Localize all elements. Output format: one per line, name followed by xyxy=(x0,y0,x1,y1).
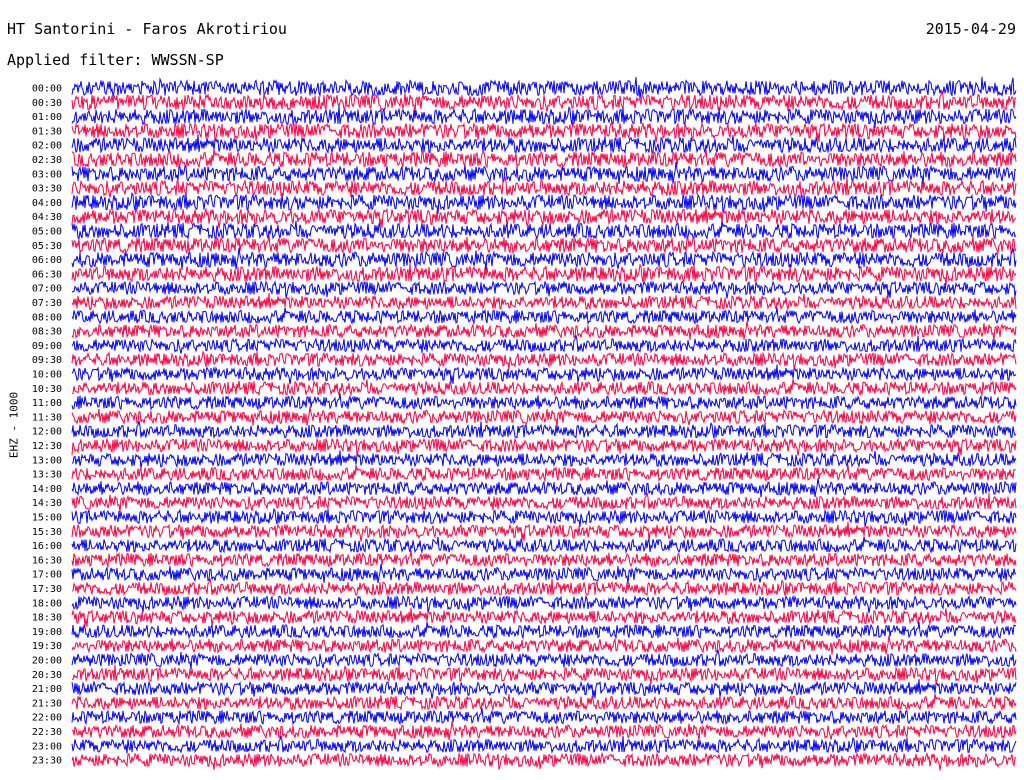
row-time-label: 08:00 xyxy=(32,312,62,323)
row-time-label: 21:00 xyxy=(32,684,62,695)
row-time-label: 22:30 xyxy=(32,727,62,738)
row-time-label: 09:00 xyxy=(32,341,62,352)
row-time-label: 19:00 xyxy=(32,627,62,638)
row-time-label: 01:30 xyxy=(32,126,62,137)
row-time-label: 14:00 xyxy=(32,484,62,495)
row-time-label: 17:30 xyxy=(32,584,62,595)
seismic-trace xyxy=(71,693,1017,712)
seismic-trace xyxy=(71,563,1017,584)
row-time-label: 10:30 xyxy=(32,384,62,395)
row-time-label: 18:00 xyxy=(32,598,62,609)
seismic-trace xyxy=(71,478,1017,498)
row-time-label: 16:30 xyxy=(32,555,62,566)
row-time-label: 13:30 xyxy=(32,470,62,481)
row-time-label: 10:00 xyxy=(32,370,62,381)
row-time-label: 19:30 xyxy=(32,641,62,652)
seismic-trace xyxy=(71,464,1017,483)
seismic-trace xyxy=(71,176,1017,198)
row-time-label: 02:30 xyxy=(32,155,62,166)
row-time-label: 01:00 xyxy=(32,112,62,123)
row-time-label: 21:30 xyxy=(32,698,62,709)
row-time-label: 09:30 xyxy=(32,355,62,366)
seismic-trace xyxy=(71,751,1017,771)
seismic-trace xyxy=(71,148,1017,169)
row-time-label: 16:00 xyxy=(32,541,62,552)
seismic-trace xyxy=(71,205,1017,229)
row-time-label: 00:00 xyxy=(32,84,62,95)
seismic-trace xyxy=(71,679,1017,699)
seismic-trace xyxy=(71,450,1017,469)
seismic-trace xyxy=(71,379,1017,397)
row-time-label: 07:00 xyxy=(32,284,62,295)
seismic-trace xyxy=(71,393,1017,411)
seismic-trace xyxy=(71,406,1017,427)
seismic-trace xyxy=(71,121,1017,143)
seismic-trace xyxy=(71,492,1017,512)
seismic-trace xyxy=(71,279,1017,299)
seismic-trace xyxy=(71,320,1017,341)
row-time-label: 05:30 xyxy=(32,241,62,252)
seismic-trace xyxy=(71,721,1017,741)
seismic-trace xyxy=(71,536,1017,554)
seismic-trace xyxy=(71,664,1017,685)
row-time-label: 03:00 xyxy=(32,169,62,180)
row-time-label: 18:30 xyxy=(32,613,62,624)
row-time-label: 04:00 xyxy=(32,198,62,209)
row-time-label: 20:30 xyxy=(32,670,62,681)
seismic-trace xyxy=(71,262,1017,286)
row-time-label: 20:00 xyxy=(32,656,62,667)
seismic-trace xyxy=(71,578,1017,597)
row-time-label: 13:00 xyxy=(32,455,62,466)
row-time-label: 12:00 xyxy=(32,427,62,438)
seismogram-plot: 00:00 00:30 01:00 01:30 02:00 02:30 03:00 03:30… xyxy=(32,76,1017,771)
seismic-trace xyxy=(71,622,1017,640)
row-time-label: 23:00 xyxy=(32,741,62,752)
seismic-trace xyxy=(71,292,1017,311)
seismic-trace xyxy=(71,364,1017,385)
seismic-trace xyxy=(71,307,1017,326)
seismic-trace xyxy=(71,421,1017,440)
row-time-label: 14:30 xyxy=(32,498,62,509)
row-time-label: 11:30 xyxy=(32,412,62,423)
seismic-trace xyxy=(71,735,1017,754)
row-time-label: 22:00 xyxy=(32,713,62,724)
row-time-label: 15:30 xyxy=(32,527,62,538)
seismic-trace xyxy=(71,707,1017,726)
seismic-trace xyxy=(71,521,1017,542)
row-time-label: 08:30 xyxy=(32,327,62,338)
seismic-trace xyxy=(71,607,1017,628)
row-time-label: 17:00 xyxy=(32,570,62,581)
row-time-label: 00:30 xyxy=(32,98,62,109)
row-time-label: 03:30 xyxy=(32,184,62,195)
seismic-trace xyxy=(71,507,1017,527)
seismic-trace xyxy=(71,335,1017,354)
row-time-label: 07:30 xyxy=(32,298,62,309)
row-time-label: 02:00 xyxy=(32,141,62,152)
row-time-label: 23:30 xyxy=(32,756,62,767)
row-time-label: 06:00 xyxy=(32,255,62,266)
row-time-label: 06:30 xyxy=(32,269,62,280)
row-time-label: 12:30 xyxy=(32,441,62,452)
seismic-trace xyxy=(71,635,1017,655)
seismic-trace xyxy=(71,220,1017,241)
row-time-label: 15:00 xyxy=(32,513,62,524)
seismic-trace xyxy=(71,550,1017,569)
row-time-label: 11:00 xyxy=(32,398,62,409)
row-time-label: 04:30 xyxy=(32,212,62,223)
seismic-trace xyxy=(71,649,1017,670)
row-time-label: 05:00 xyxy=(32,227,62,238)
